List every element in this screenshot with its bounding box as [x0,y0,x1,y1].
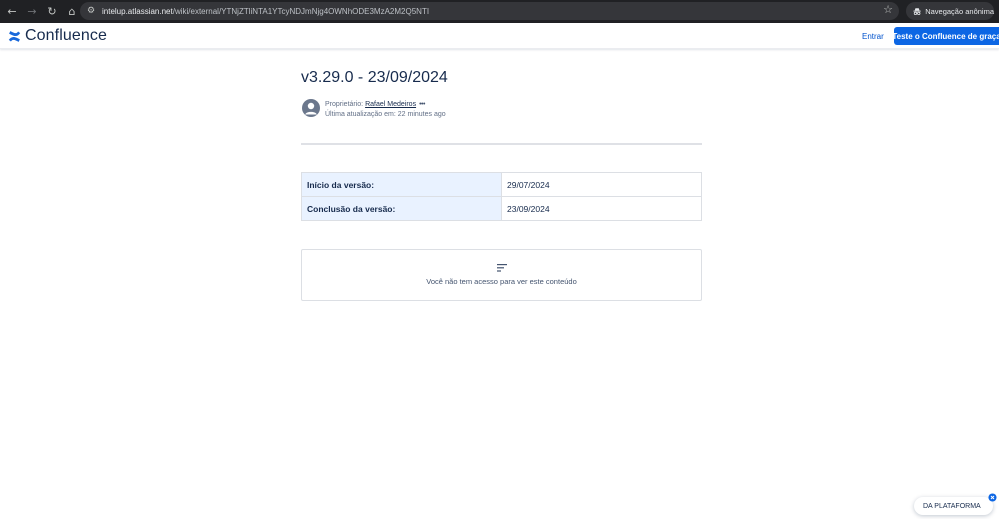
owner-line: Proprietário: Rafael Medeiros ••• [325,100,446,110]
address-bar[interactable]: ⚙ intelup.atlassian.net/wiki/external/YT… [80,2,899,20]
url-text[interactable]: intelup.atlassian.net/wiki/external/YTNj… [102,7,429,16]
owner-prefix: Proprietário: [325,101,364,108]
filter-lines-icon [497,264,507,272]
incognito-label: Navegação anônima [925,6,994,16]
page-title: v3.29.0 - 23/09/2024 [301,69,448,86]
version-info-table: Início da versão: 29/07/2024 Conclusão d… [301,172,702,221]
browser-toolbar: ← → ↻ ⌂ ⚙ intelup.atlassian.net/wiki/ext… [0,0,999,23]
url-host: intelup.atlassian.net [102,6,173,16]
table-row: Conclusão da versão: 23/09/2024 [301,196,702,221]
owner-link[interactable]: Rafael Medeiros [365,101,416,108]
table-header-cell: Início da versão: [301,172,502,197]
restricted-message: Você não tem acesso para ver este conteú… [426,277,577,286]
incognito-icon [913,7,921,15]
header-divider [301,143,702,145]
table-cell: 29/07/2024 [501,172,702,197]
site-info-icon[interactable]: ⚙ [80,6,102,16]
star-icon[interactable]: ☆ [883,3,893,16]
table-header-cell: Conclusão da versão: [301,196,502,221]
user-icon [305,102,317,115]
avatar[interactable] [302,99,320,117]
app-header: Confluence Entrar Teste o Confluence de … [0,23,999,49]
platform-chip[interactable]: DA PLATAFORMA [914,493,997,515]
table-row: Início da versão: 29/07/2024 [301,172,702,197]
back-arrow-icon[interactable]: ← [2,2,22,22]
more-actions-icon[interactable]: ••• [419,101,425,108]
logo-text: Confluence [25,27,107,44]
page-byline: Proprietário: Rafael Medeiros ••• Última … [325,100,446,120]
forward-arrow-icon[interactable]: → [22,2,42,22]
incognito-indicator[interactable]: Navegação anônima [906,2,994,20]
url-path: /wiki/external/YTNjZTliNTA1YTcyNDJmNjg4O… [172,6,430,16]
table-cell: 23/09/2024 [501,196,702,221]
restricted-content-panel: Você não tem acesso para ver este conteú… [301,249,702,301]
platform-chip-label: DA PLATAFORMA [923,502,981,510]
close-icon[interactable] [988,493,997,502]
reload-icon[interactable]: ↻ [42,2,62,22]
confluence-logo[interactable]: Confluence [8,27,107,45]
login-link[interactable]: Entrar [862,32,884,41]
last-updated: Última atualização em: 22 minutes ago [325,111,446,118]
home-icon[interactable]: ⌂ [62,2,82,22]
confluence-logo-icon [8,30,21,42]
try-confluence-button[interactable]: Teste o Confluence de graça [892,27,999,45]
